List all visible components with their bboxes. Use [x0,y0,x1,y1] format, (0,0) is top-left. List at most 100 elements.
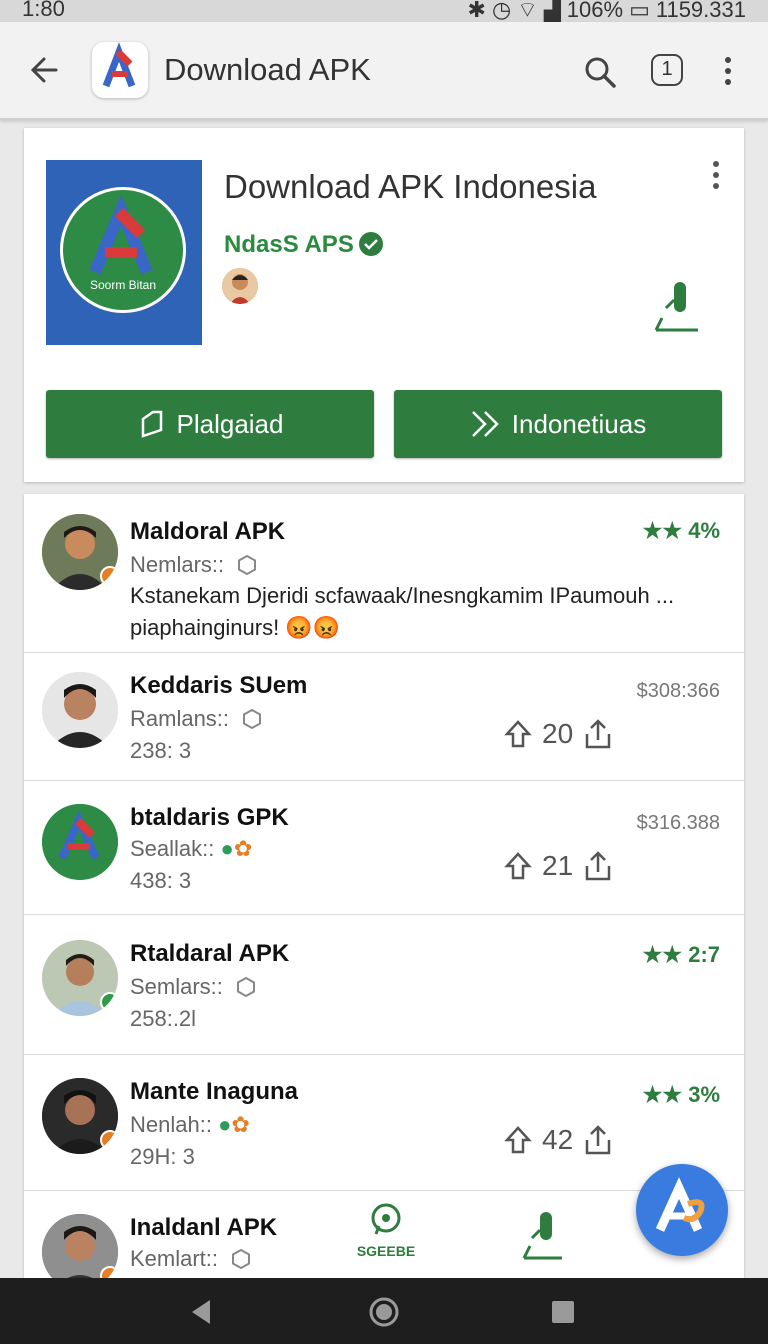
share-up-icon[interactable] [583,1124,613,1156]
download-size: $308:366 [636,680,720,702]
app-icon-caption: Soorm Bitan [89,278,157,292]
vote-count: 21 [542,850,574,881]
app-large-icon: Soorm Bitan [46,160,202,345]
download-size: $316.388 [636,812,720,834]
review-meta-label: Seallak:: [130,836,215,861]
review-count: 438: 3 [130,868,192,893]
flower-icon: ✿ [231,1112,250,1137]
avatar [42,940,118,1016]
review-meta: Kemlart:: [130,1246,252,1272]
wifi-icon: ⌔ [517,0,538,22]
app-logo-avatar-icon [42,804,118,880]
vote-controls: 21 [504,850,613,882]
reviewer-name: Keddaris SUem [130,672,308,699]
signal-icon: ▟ [543,0,561,22]
review-count: 258:.2l [130,1006,197,1031]
review-meta-label: Nenlah:: [130,1112,212,1137]
reviewer-name: Maldoral APK [130,518,286,545]
rating-value: 3% [688,1082,720,1107]
flower-icon: ✿ [233,836,253,861]
avatar-illustration-icon [222,268,258,304]
system-navigation-bar [0,1278,768,1344]
hexagon-icon [243,708,262,730]
review-meta-label: Semlars:: [130,974,223,999]
nav-recents-icon[interactable] [550,1299,576,1325]
review-meta: Seallak:: ●✿ [130,836,252,862]
app-info-card: Soorm Bitan Download APK Indonesia NdasS… [24,128,744,482]
reviewer-name: btaldaris GPK [130,804,289,831]
upvote-icon[interactable] [504,851,532,881]
status-time: 1:80 [22,0,65,21]
forward-chevrons-icon [471,411,499,437]
secondary-action-button[interactable]: Indonetiuas [394,390,722,458]
review-meta: Semlars:: [130,974,257,1000]
search-icon[interactable] [582,54,618,90]
app-icon-circle: Soorm Bitan [60,187,186,313]
hexagon-icon [232,1248,251,1270]
primary-action-button[interactable]: Plalgaiad [46,390,374,458]
nav-back-icon[interactable] [188,1298,214,1326]
secondary-action-label: Indonetiuas [511,408,647,439]
vote-count: 42 [542,1124,574,1155]
reviewer-name: Rtaldaral APK [130,940,290,967]
review-meta-label: Nemlars:: [130,552,225,577]
hexagon-icon [238,554,257,576]
review-count: 29H: 3 [130,1144,195,1169]
back-arrow-icon[interactable] [26,50,66,90]
hexagon-icon [237,976,256,998]
floating-action-button[interactable] [636,1164,728,1256]
vote-count: 20 [542,718,574,749]
rating-value: 4% [688,518,720,543]
status-bar: 1:80 ✱ ◷ ⌔ ▟ 106% ▭ 1159.331 [0,0,768,22]
upvote-icon[interactable] [504,1125,532,1155]
card-more-icon[interactable] [708,160,724,190]
install-pen-icon[interactable] [652,278,702,336]
rating-value: 2:7 [688,942,720,967]
app-bar-title: Download APK [164,52,371,87]
app-logo [92,42,148,98]
online-status-dot [100,1130,118,1150]
whatsapp-share-icon [371,1203,401,1235]
verified-check-icon [359,232,383,256]
rating-stars: ★★ 3% [642,1082,720,1107]
review-meta: Nemlars:: [130,552,258,578]
reviewer-name: Inaldanl APK [130,1214,278,1241]
review-meta-label: Kemlart:: [130,1246,219,1271]
list-item[interactable]: Rtaldaral APK Semlars:: 258:.2l ★★ 2:7 [24,914,744,1055]
emoji-icon: ● [220,836,234,861]
app-icon-letter [89,194,153,275]
nav-home-icon[interactable] [368,1296,400,1328]
vote-controls: 42 [504,1124,613,1156]
reviews-list: Maldoral APK Nemlars:: ★★ 4% Kstanekam D… [24,494,744,1290]
developer-name[interactable]: NdasS APS [224,231,354,259]
app-bar: Download APK 1 [0,22,768,120]
avatar [42,804,118,880]
battery-percent: 106% [566,0,624,22]
share-up-icon[interactable] [583,718,613,750]
list-item[interactable]: Keddaris SUem Ramlans:: 238: 3 $308:366 … [24,652,744,781]
notification-badge[interactable]: 1 [651,54,683,86]
app-logo-fab-icon [655,1177,705,1232]
install-pen-icon[interactable] [520,1208,566,1264]
upvote-icon[interactable] [504,719,532,749]
app-logo-icon [102,42,136,88]
list-item[interactable]: Maldoral APK Nemlars:: ★★ 4% Kstanekam D… [24,494,744,653]
status-right-text: 1159.331 [655,0,746,22]
review-meta: Nenlah:: ●✿ [130,1112,250,1138]
online-status-dot [100,566,118,586]
review-meta: Ramlans:: [130,706,263,732]
list-item[interactable]: btaldaris GPK Seallak:: ●✿ 438: 3 $316.3… [24,780,744,915]
share-up-icon[interactable] [583,850,613,882]
avatar [42,1078,118,1154]
more-vert-icon[interactable] [718,56,738,86]
share-label: SGEEBE [356,1243,416,1259]
developer-avatar [222,268,258,304]
vote-controls: 20 [504,718,613,750]
review-comment: Kstanekam Djeridi scfawaak/Inesngkamim I… [130,583,675,640]
rating-stars: ★★ 4% [642,518,720,543]
share-action[interactable]: SGEEBE [354,1202,418,1259]
battery-icon: ▭ [629,0,650,22]
rating-stars: ★★ 2:7 [642,942,720,967]
bluetooth-icon: ✱ [467,0,486,22]
tag-icon [141,410,162,438]
